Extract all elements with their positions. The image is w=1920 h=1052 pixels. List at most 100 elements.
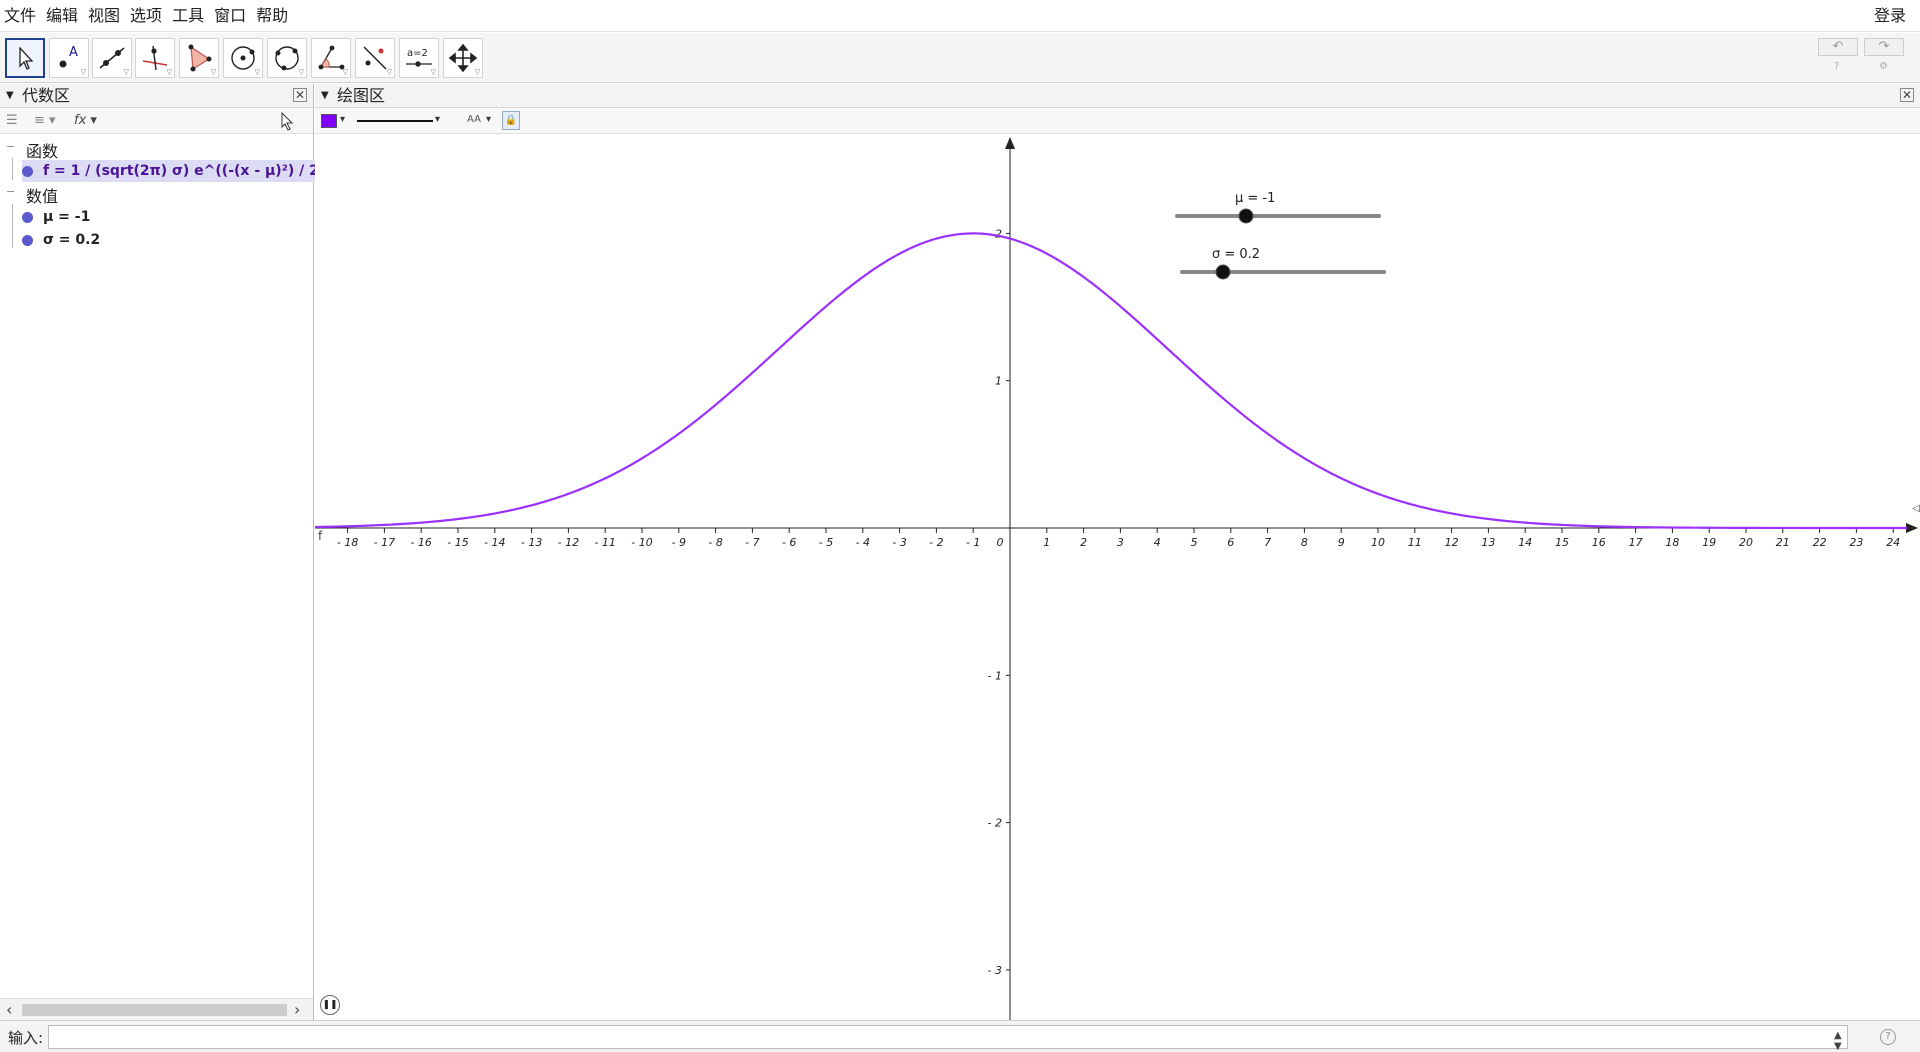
expand-side-panel-icon[interactable]: ◁	[1912, 503, 1920, 514]
algebra-view: ▼ 代数区 ✕ ☰ ≡ ▾ fx ▾ − 函数 f = 1 / (sqrt(2π…	[0, 84, 350, 1020]
slider-mu-handle[interactable]	[1238, 208, 1254, 224]
menu-view[interactable]: 视图	[83, 0, 125, 32]
close-algebra-view-button[interactable]: ✕	[293, 88, 307, 102]
collapse-arrow-icon[interactable]: ▼	[321, 84, 329, 108]
point-icon: A	[59, 45, 78, 68]
circle-through-points-tool[interactable]: ▽	[267, 38, 307, 78]
function-f-item[interactable]: f = 1 / (sqrt(2π) σ) e^((-(x - μ)²) / 2 …	[22, 160, 350, 182]
x-tick-label: - 3	[892, 536, 906, 549]
menu-bar: 文件 编辑 视图 选项 工具 窗口 帮助 登录	[0, 0, 1920, 32]
mouse-cursor-icon	[281, 112, 294, 131]
toggle-auxiliary-icon[interactable]: ☰	[6, 113, 18, 128]
x-tick-label: - 12	[558, 536, 579, 549]
graphics-view-header: ▼ 绘图区 ✕	[315, 84, 1920, 108]
y-tick-label: - 1	[988, 669, 1002, 682]
visibility-toggle-icon[interactable]	[22, 165, 33, 177]
x-tick-label: 24	[1886, 536, 1900, 549]
pause-animation-button[interactable]: ❚❚	[320, 995, 340, 1015]
collapse-functions-icon[interactable]: −	[6, 140, 15, 153]
color-dropdown-icon[interactable]: ▾	[340, 114, 345, 125]
settings-gear-icon[interactable]: ⚙	[1879, 61, 1888, 72]
group-heading-functions: 函数	[26, 142, 59, 161]
number-mu-value: μ = -1	[43, 209, 91, 225]
graphics-view: ▼ 绘图区 ✕ ▾ ▾ AA ▾ 🔒 - 18- 17- 16- 15- 14-…	[315, 84, 1920, 1020]
x-tick-label: - 5	[819, 536, 833, 549]
move-graphics-view-tool[interactable]: ▽	[443, 38, 483, 78]
perpendicular-line-tool[interactable]: ▽	[135, 38, 175, 78]
origin-label: 0	[997, 536, 1004, 549]
redo-button[interactable]: ↷	[1864, 38, 1904, 56]
circle-three-points-icon	[275, 46, 299, 71]
x-tick-label: 8	[1301, 536, 1308, 549]
line-icon	[99, 47, 125, 69]
sort-by-icon[interactable]: ≡ ▾	[34, 113, 56, 128]
x-axis-arrow	[1906, 523, 1918, 533]
menu-options[interactable]: 选项	[125, 0, 167, 32]
x-tick-label: 9	[1338, 536, 1345, 549]
number-mu-item[interactable]: μ = -1	[22, 206, 90, 228]
menu-help[interactable]: 帮助	[251, 0, 293, 32]
y-tick-label: - 3	[988, 964, 1002, 977]
graph-canvas[interactable]: - 18- 17- 16- 15- 14- 13- 12- 11- 10- 9-…	[315, 135, 1920, 1020]
number-sigma-value: σ = 0.2	[43, 232, 101, 248]
lock-icon[interactable]: 🔒	[502, 111, 520, 130]
slider-mu[interactable]: μ = -1	[1175, 191, 1381, 224]
move-tool[interactable]	[5, 38, 45, 78]
axes	[315, 137, 1918, 1020]
circle-tool[interactable]: ▽	[223, 38, 263, 78]
x-tick-label: 17	[1629, 536, 1643, 549]
point-tool[interactable]: A ▽	[49, 38, 89, 78]
font-size-dropdown-icon[interactable]: ▾	[486, 114, 491, 125]
toolbar: A ▽ ▽ ▽ ▽ ▽ ▽ ▽ ▽ a=2 ▽ ▽ ↶ ↷ ? ⚙	[0, 33, 1920, 83]
slider-sigma-handle[interactable]	[1215, 264, 1231, 280]
function-f-curve[interactable]	[315, 232, 1907, 530]
number-sigma-item[interactable]: σ = 0.2	[22, 229, 100, 251]
line-tool[interactable]: ▽	[92, 38, 132, 78]
menu-file[interactable]: 文件	[0, 0, 41, 32]
scroll-left-icon[interactable]: ‹	[6, 1000, 12, 1019]
x-tick-label: - 4	[856, 536, 870, 549]
slider-tool-label: a=2	[407, 48, 428, 59]
visibility-toggle-icon[interactable]	[22, 234, 33, 246]
axis-ticks: - 18- 17- 16- 15- 14- 13- 12- 11- 10- 9-…	[337, 227, 1900, 977]
line-style-dropdown-icon[interactable]: ▾	[435, 114, 440, 125]
x-tick-label: 20	[1739, 536, 1753, 549]
algebra-horizontal-scrollbar[interactable]: ‹ ›	[0, 998, 313, 1020]
slider-tool[interactable]: a=2 ▽	[399, 38, 439, 78]
scrollbar-thumb[interactable]	[22, 1004, 287, 1016]
login-button[interactable]: 登录	[1874, 0, 1906, 32]
command-input[interactable]	[48, 1025, 1848, 1049]
polygon-tool[interactable]: ▽	[179, 38, 219, 78]
input-history-dropdown-icon[interactable]: ▲ ▼	[1834, 1030, 1842, 1052]
description-mode-icon[interactable]: fx ▾	[74, 113, 97, 128]
slider-sigma-label: σ = 0.2	[1212, 247, 1260, 262]
visibility-toggle-icon[interactable]	[22, 211, 33, 223]
menu-tools[interactable]: 工具	[167, 0, 209, 32]
angle-tool[interactable]: ▽	[311, 38, 351, 78]
color-swatch[interactable]	[321, 114, 337, 128]
slider-sigma[interactable]: σ = 0.2	[1180, 247, 1386, 280]
font-size-button[interactable]: AA	[467, 114, 481, 125]
x-tick-label: - 6	[782, 536, 796, 549]
x-tick-label: 19	[1702, 536, 1716, 549]
y-tick-label: 2	[995, 227, 1002, 240]
x-tick-label: - 9	[672, 536, 686, 549]
menu-edit[interactable]: 编辑	[41, 0, 83, 32]
slider-mu-label: μ = -1	[1235, 191, 1275, 206]
reflect-tool[interactable]: ▽	[355, 38, 395, 78]
collapse-arrow-icon[interactable]: ▼	[6, 84, 14, 108]
collapse-numbers-icon[interactable]: −	[6, 185, 15, 198]
line-style-sample[interactable]	[357, 120, 433, 122]
menu-window[interactable]: 窗口	[209, 0, 251, 32]
undo-button[interactable]: ↶	[1818, 38, 1858, 56]
input-help-icon[interactable]: ?	[1880, 1029, 1896, 1045]
x-tick-label: 5	[1191, 536, 1198, 549]
close-graphics-view-button[interactable]: ✕	[1900, 88, 1914, 102]
tree-connector	[12, 158, 13, 180]
polygon-icon	[188, 44, 212, 72]
scroll-right-icon[interactable]: ›	[294, 1000, 300, 1019]
x-tick-label: 3	[1117, 536, 1124, 549]
x-tick-label: 22	[1813, 536, 1827, 549]
move-arrows-icon	[448, 43, 478, 73]
help-icon[interactable]: ?	[1834, 61, 1839, 72]
